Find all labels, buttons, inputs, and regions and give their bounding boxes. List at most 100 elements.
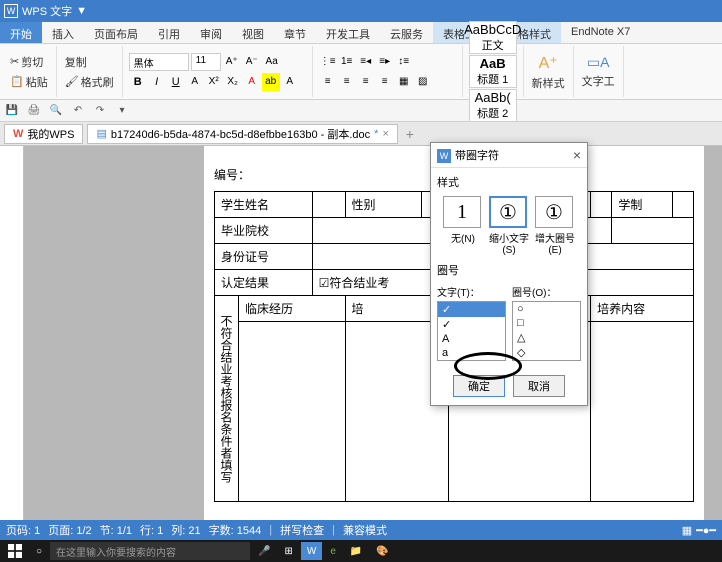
cell[interactable]	[591, 322, 694, 502]
grow-font-button[interactable]: A⁺	[223, 53, 241, 71]
font-color-button[interactable]: A	[243, 73, 261, 91]
superscript-button[interactable]: X²	[205, 73, 223, 91]
menu-devtools[interactable]: 开发工具	[316, 22, 380, 43]
status-col[interactable]: 列: 21	[171, 522, 200, 538]
bullets-button[interactable]: ⋮≡	[319, 53, 337, 71]
cut-button[interactable]: ✂剪切	[8, 53, 50, 71]
style-heading2[interactable]: AaBb(标题 2	[469, 89, 517, 122]
cell-id-label[interactable]: 身份证号	[215, 244, 313, 270]
italic-button[interactable]: I	[148, 73, 166, 91]
indent-button[interactable]: ≡▸	[376, 53, 394, 71]
status-line[interactable]: 行: 1	[140, 522, 163, 538]
list-item[interactable]: ○	[513, 302, 580, 316]
menu-endnote[interactable]: EndNote X7	[561, 22, 640, 43]
style-normal[interactable]: AaBbCcD正文	[469, 21, 517, 54]
list-item[interactable]: A	[438, 332, 505, 346]
textbox-button[interactable]: ▭A文字工	[580, 53, 617, 90]
cell-vertical[interactable]: 不符合结业考核报名条件者填写	[215, 296, 239, 502]
tab-home[interactable]: W我的WPS	[4, 124, 83, 144]
subscript-button[interactable]: X₂	[224, 73, 242, 91]
undo-button[interactable]: ↶	[70, 103, 86, 119]
qat-more-button[interactable]: ▾	[114, 103, 130, 119]
status-section[interactable]: 节: 1/1	[100, 522, 132, 538]
list-item[interactable]: a	[438, 346, 505, 360]
dialog-titlebar[interactable]: W带圈字符 ×	[431, 143, 587, 168]
dialog-close-button[interactable]: ×	[573, 147, 581, 163]
taskbar-search[interactable]: 在这里输入你要搜索的内容	[50, 542, 250, 560]
cancel-button[interactable]: 取消	[513, 375, 565, 397]
shading-button[interactable]: ▨	[414, 73, 432, 91]
text-list[interactable]: ✓ ✓ A a 1	[437, 301, 506, 361]
preview-button[interactable]: 🔍	[48, 103, 64, 119]
style-heading1[interactable]: AaB标题 1	[469, 55, 517, 88]
cell-checkbox[interactable]: ☑符合结业考	[312, 270, 449, 296]
cell[interactable]	[672, 192, 693, 218]
list-item[interactable]: △	[513, 330, 580, 345]
list-item[interactable]: ◇	[513, 345, 580, 360]
vertical-ruler[interactable]	[0, 146, 24, 546]
shape-list[interactable]: ○ □ △ ◇	[512, 301, 581, 361]
cortana-button[interactable]: ○	[30, 542, 48, 560]
cell[interactable]	[312, 192, 345, 218]
line-spacing-button[interactable]: ↕≡	[395, 53, 413, 71]
menu-review[interactable]: 审阅	[190, 22, 232, 43]
save-button[interactable]: 💾	[4, 103, 20, 119]
char-border-button[interactable]: A	[281, 73, 299, 91]
font-family-select[interactable]: 黑体	[129, 53, 189, 71]
list-item[interactable]: ✓	[438, 302, 505, 317]
app-dropdown-icon[interactable]: ▼	[76, 5, 87, 17]
tab-close-icon[interactable]: ×	[382, 128, 388, 140]
list-item[interactable]: □	[513, 316, 580, 330]
status-pages[interactable]: 页面: 1/2	[48, 522, 91, 538]
shrink-font-button[interactable]: A⁻	[243, 53, 261, 71]
mic-button[interactable]: 🎤	[252, 542, 276, 560]
view-button[interactable]: ▦	[682, 524, 692, 537]
status-spellcheck[interactable]: 拼写检查	[280, 522, 324, 538]
list-item[interactable]: ✓	[438, 317, 505, 332]
format-brush-button[interactable]: 🖌格式刷	[63, 73, 116, 91]
page-area[interactable]: 编号： 学生姓名 性别 出生 年级 学制 毕业院校 养医院	[24, 146, 722, 546]
list-item[interactable]: 1	[438, 360, 505, 361]
cell-school-label[interactable]: 毕业院校	[215, 218, 313, 244]
align-center-button[interactable]: ≡	[338, 73, 356, 91]
tb-edge-button[interactable]: e	[324, 542, 342, 560]
ok-button[interactable]: 确定	[453, 375, 505, 397]
menu-cloud[interactable]: 云服务	[380, 22, 433, 43]
outdent-button[interactable]: ≡◂	[357, 53, 375, 71]
menu-start[interactable]: 开始	[0, 22, 42, 43]
strike-button[interactable]: A	[186, 73, 204, 91]
tb-explorer-button[interactable]: 📁	[344, 542, 368, 560]
cell-content-label[interactable]: 培养内容	[591, 296, 694, 322]
status-words[interactable]: 字数: 1544	[209, 522, 262, 538]
menu-insert[interactable]: 插入	[42, 22, 84, 43]
style-opt-shrink[interactable]: ①缩小文字(S)	[489, 196, 529, 256]
new-style-button[interactable]: A⁺新样式	[530, 52, 567, 92]
menu-reference[interactable]: 引用	[148, 22, 190, 43]
start-button[interactable]	[2, 542, 28, 560]
paste-button[interactable]: 📋粘贴	[8, 73, 50, 91]
cell-clinical-label[interactable]: 临床经历	[239, 296, 346, 322]
menu-view[interactable]: 视图	[232, 22, 274, 43]
align-right-button[interactable]: ≡	[357, 73, 375, 91]
cell[interactable]	[612, 218, 694, 244]
print-button[interactable]: 🖨	[26, 103, 42, 119]
bold-button[interactable]: B	[129, 73, 147, 91]
copy-button[interactable]: 复制	[63, 53, 116, 71]
status-compat[interactable]: 兼容模式	[343, 522, 387, 538]
font-size-select[interactable]: 11	[191, 53, 221, 71]
numbering-button[interactable]: 1≡	[338, 53, 356, 71]
menu-page-layout[interactable]: 页面布局	[84, 22, 148, 43]
cell-system-label[interactable]: 学制	[612, 192, 672, 218]
status-page[interactable]: 页码: 1	[6, 522, 40, 538]
highlight-button[interactable]: ab	[262, 73, 280, 91]
border-button[interactable]: ▦	[395, 73, 413, 91]
tab-document[interactable]: ▤b17240d6-b5da-4874-bc5d-d8efbbe163b0 - …	[87, 124, 397, 144]
cell-name-label[interactable]: 学生姓名	[215, 192, 313, 218]
new-tab-button[interactable]: +	[402, 126, 418, 142]
tb-wps-button[interactable]: W	[301, 542, 322, 560]
cell-gender-label[interactable]: 性别	[345, 192, 422, 218]
style-opt-none[interactable]: 1无(N)	[443, 196, 483, 256]
style-opt-enlarge[interactable]: ①增大圈号(E)	[535, 196, 575, 256]
zoom-slider[interactable]: ━●━	[696, 524, 716, 537]
align-justify-button[interactable]: ≡	[376, 73, 394, 91]
